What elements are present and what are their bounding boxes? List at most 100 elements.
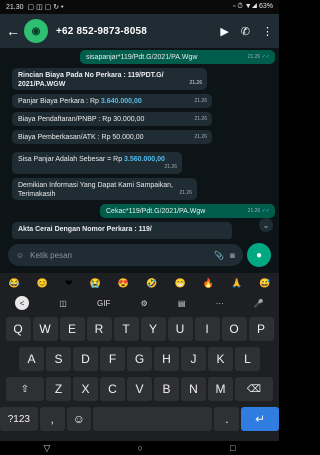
key-c[interactable]: C bbox=[100, 377, 125, 401]
emoji-suggestion[interactable]: 😅 bbox=[259, 278, 270, 289]
space-key[interactable] bbox=[93, 407, 213, 431]
key-b[interactable]: B bbox=[154, 377, 179, 401]
key-u[interactable]: U bbox=[167, 317, 193, 341]
whatsapp-screen: 21.30 ▢ ◫ ▢ ↻ • ▫ ⏱ ▼◢ 63% ← ◉ +62 852-9… bbox=[0, 0, 279, 455]
system-nav-bar: ▽ ○ □ bbox=[0, 441, 279, 455]
scroll-down-button[interactable]: ⌄ bbox=[259, 218, 273, 232]
menu-icon[interactable]: ⋮ bbox=[262, 25, 273, 38]
emoji-suggestion[interactable]: 😍 bbox=[118, 278, 129, 289]
message-incoming[interactable]: Demikian Informasi Yang Dapat Kami Sampa… bbox=[12, 178, 197, 200]
key-t[interactable]: T bbox=[113, 317, 139, 341]
message-placeholder[interactable]: Ketik pesan bbox=[30, 251, 208, 260]
message-text: Rincian Biaya Pada No Perkara : 119/PDT.… bbox=[18, 72, 164, 88]
enter-key[interactable]: ↵ bbox=[241, 407, 279, 431]
comma-key[interactable]: , bbox=[39, 407, 65, 431]
notification-icons: ▢ ◫ ▢ ↻ • bbox=[27, 4, 64, 11]
message-incoming[interactable]: Biaya Pemberkasan/ATK : Rp 50.000,00 21.… bbox=[12, 130, 212, 144]
key-m[interactable]: M bbox=[208, 377, 233, 401]
message-time: 21.26 ✓✓ bbox=[247, 54, 270, 60]
message-outgoing[interactable]: Cekac*119/Pdt.G/2021/PA.Wgw 21.26 ✓✓ bbox=[100, 204, 275, 218]
key-l[interactable]: L bbox=[235, 347, 260, 371]
key-d[interactable]: D bbox=[73, 347, 98, 371]
emoji-suggestion[interactable]: 😁 bbox=[174, 278, 185, 289]
emoji-suggestion[interactable]: 🔥 bbox=[203, 278, 214, 289]
message-incoming[interactable]: Sisa Panjar Adalah Sebesar = Rp 3.560.00… bbox=[12, 152, 182, 174]
emoji-suggestion[interactable]: 😭 bbox=[90, 278, 101, 289]
key-i[interactable]: I bbox=[194, 317, 220, 341]
key-f[interactable]: F bbox=[100, 347, 125, 371]
message-time: 21.26 bbox=[189, 80, 202, 86]
message-text: Cekac*119/Pdt.G/2021/PA.Wgw bbox=[106, 208, 206, 215]
shift-key[interactable]: ⇧ bbox=[6, 377, 44, 401]
backspace-key[interactable]: ⌫ bbox=[235, 377, 273, 401]
status-bar: 21.30 ▢ ◫ ▢ ↻ • ▫ ⏱ ▼◢ 63% bbox=[0, 0, 279, 14]
key-e[interactable]: E bbox=[59, 317, 85, 341]
status-time: 21.30 bbox=[6, 3, 24, 11]
emoji-icon[interactable]: ☺ bbox=[16, 251, 24, 260]
emoji-suggestion[interactable]: ❤ bbox=[65, 278, 73, 289]
amount-link[interactable]: 3.560.000,00 bbox=[124, 156, 165, 163]
read-receipt-icon: ✓✓ bbox=[261, 54, 270, 60]
system-status-icons: ▫ ⏱ ▼◢ 63% bbox=[232, 3, 273, 10]
key-k[interactable]: K bbox=[208, 347, 233, 371]
key-j[interactable]: J bbox=[181, 347, 206, 371]
voice-call-icon[interactable]: ✆ bbox=[241, 25, 250, 38]
message-input[interactable]: ☺ Ketik pesan 📎 ◙ bbox=[8, 244, 243, 266]
key-x[interactable]: X bbox=[73, 377, 98, 401]
key-r[interactable]: R bbox=[86, 317, 112, 341]
avatar[interactable]: ◉ bbox=[24, 19, 48, 43]
message-incoming[interactable]: Akta Cerai Dengan Nomor Perkara : 119/ bbox=[12, 222, 232, 239]
emoji-suggestion[interactable]: 🙏 bbox=[231, 278, 242, 289]
collapse-toolbar-icon[interactable]: < bbox=[15, 296, 30, 310]
emoji-suggestion[interactable]: 😂 bbox=[9, 278, 20, 289]
message-prefix: Sisa Panjar Adalah Sebesar = Rp bbox=[18, 156, 125, 163]
numbers-key[interactable]: ?123 bbox=[0, 407, 38, 431]
voice-input-icon[interactable]: 🎤 bbox=[254, 299, 264, 308]
message-incoming[interactable]: Panjar Biaya Perkara : Rp 3.640.000,00 2… bbox=[12, 94, 212, 108]
sticker-icon[interactable]: ◫ bbox=[59, 299, 67, 308]
emoji-suggestion[interactable]: 🤣 bbox=[146, 278, 157, 289]
message-text: Demikian Informasi Yang Dapat Kami Sampa… bbox=[18, 182, 173, 198]
key-n[interactable]: N bbox=[181, 377, 206, 401]
settings-icon[interactable]: ⚙ bbox=[141, 299, 148, 308]
message-incoming[interactable]: Biaya Pendaftaran/PNBP : Rp 30.000,00 21… bbox=[12, 112, 212, 126]
message-incoming[interactable]: Rincian Biaya Pada No Perkara : 119/PDT.… bbox=[12, 68, 207, 90]
message-list[interactable]: sisapanjar*119/Pdt.G/2021/PA.Wgw 21.26 ✓… bbox=[0, 48, 279, 239]
message-text: Akta Cerai Dengan Nomor Perkara : 119/ bbox=[18, 226, 152, 233]
key-s[interactable]: S bbox=[46, 347, 71, 371]
key-v[interactable]: V bbox=[127, 377, 152, 401]
mic-button[interactable]: ● bbox=[247, 243, 271, 267]
message-time: 21.26 ✓✓ bbox=[247, 208, 270, 214]
key-w[interactable]: W bbox=[32, 317, 58, 341]
key-g[interactable]: G bbox=[127, 347, 152, 371]
back-arrow-icon[interactable]: ← bbox=[6, 23, 20, 39]
key-p[interactable]: P bbox=[248, 317, 274, 341]
more-icon[interactable]: ··· bbox=[216, 299, 224, 308]
video-call-icon[interactable]: ▶ bbox=[220, 25, 228, 38]
key-q[interactable]: Q bbox=[5, 317, 31, 341]
home-nav-icon[interactable]: ○ bbox=[138, 443, 143, 453]
message-time: 21.26 bbox=[194, 98, 207, 104]
emoji-suggestions: 😂 😊 ❤ 😭 😍 🤣 😁 🔥 🙏 😅 bbox=[0, 273, 279, 293]
emoji-key[interactable]: ☺ bbox=[66, 407, 92, 431]
gif-button[interactable]: GIF bbox=[97, 299, 110, 308]
key-o[interactable]: O bbox=[221, 317, 247, 341]
message-prefix: Panjar Biaya Perkara : Rp bbox=[18, 98, 101, 105]
camera-icon[interactable]: ◙ bbox=[230, 251, 235, 260]
period-key[interactable]: . bbox=[214, 407, 240, 431]
contact-name[interactable]: +62 852-9873-8058 bbox=[56, 26, 220, 37]
message-outgoing[interactable]: sisapanjar*119/Pdt.G/2021/PA.Wgw 21.26 ✓… bbox=[80, 50, 275, 64]
attach-icon[interactable]: 📎 bbox=[214, 251, 224, 260]
key-z[interactable]: Z bbox=[46, 377, 71, 401]
amount-link[interactable]: 3.640.000,00 bbox=[101, 98, 142, 105]
key-h[interactable]: H bbox=[154, 347, 179, 371]
message-time: 21.26 bbox=[164, 164, 177, 170]
back-nav-icon[interactable]: ▽ bbox=[44, 443, 51, 454]
emoji-suggestion[interactable]: 😊 bbox=[37, 278, 48, 289]
recents-nav-icon[interactable]: □ bbox=[230, 443, 235, 453]
message-time: 21.26 bbox=[194, 134, 207, 140]
message-composer: ☺ Ketik pesan 📎 ◙ ● bbox=[0, 239, 279, 273]
clipboard-icon[interactable]: ▤ bbox=[178, 299, 186, 308]
key-a[interactable]: A bbox=[19, 347, 44, 371]
key-y[interactable]: Y bbox=[140, 317, 166, 341]
